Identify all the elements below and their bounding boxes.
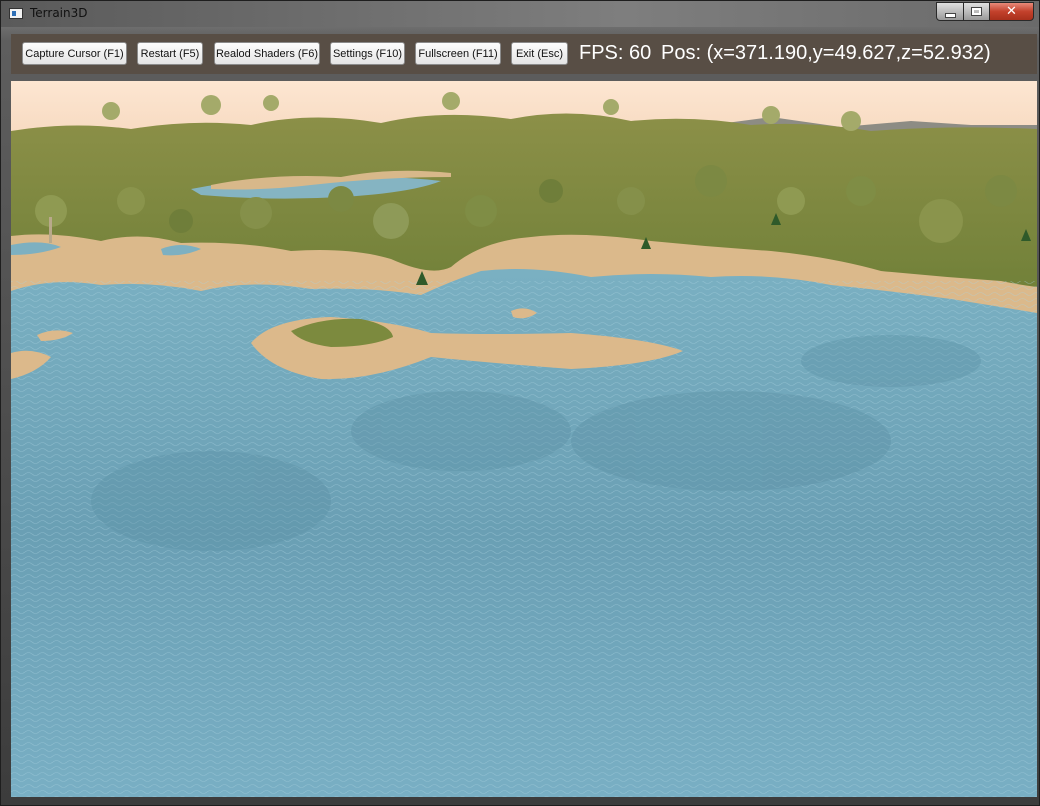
close-icon: ✕ bbox=[1006, 4, 1017, 19]
minimize-button[interactable] bbox=[936, 2, 964, 21]
maximize-button[interactable] bbox=[963, 2, 990, 21]
position-readout: Pos: (x=371.190,y=49.627,z=52.932) bbox=[661, 42, 991, 64]
title-bar[interactable]: Terrain3D ✕ bbox=[1, 1, 1039, 27]
terrain-viewport[interactable] bbox=[11, 81, 1037, 797]
toolbar: Capture Cursor (F1) Restart (F5) Realod … bbox=[11, 34, 1037, 74]
settings-button[interactable]: Settings (F10) bbox=[330, 42, 405, 65]
fps-readout: FPS: 60 bbox=[579, 42, 652, 64]
terrain-scene bbox=[11, 81, 1037, 797]
app-icon bbox=[9, 8, 23, 19]
maximize-icon bbox=[971, 7, 982, 16]
close-button[interactable]: ✕ bbox=[989, 2, 1034, 21]
minimize-icon bbox=[944, 12, 956, 18]
capture-cursor-button[interactable]: Capture Cursor (F1) bbox=[22, 42, 127, 65]
reload-shaders-button[interactable]: Realod Shaders (F6) bbox=[214, 42, 320, 65]
app-window: Terrain3D ✕ Capture Cursor (F1) Restart … bbox=[0, 0, 1040, 806]
restart-button[interactable]: Restart (F5) bbox=[137, 42, 203, 65]
window-title: Terrain3D bbox=[30, 6, 88, 20]
exit-button[interactable]: Exit (Esc) bbox=[511, 42, 568, 65]
fullscreen-button[interactable]: Fullscreen (F11) bbox=[415, 42, 501, 65]
